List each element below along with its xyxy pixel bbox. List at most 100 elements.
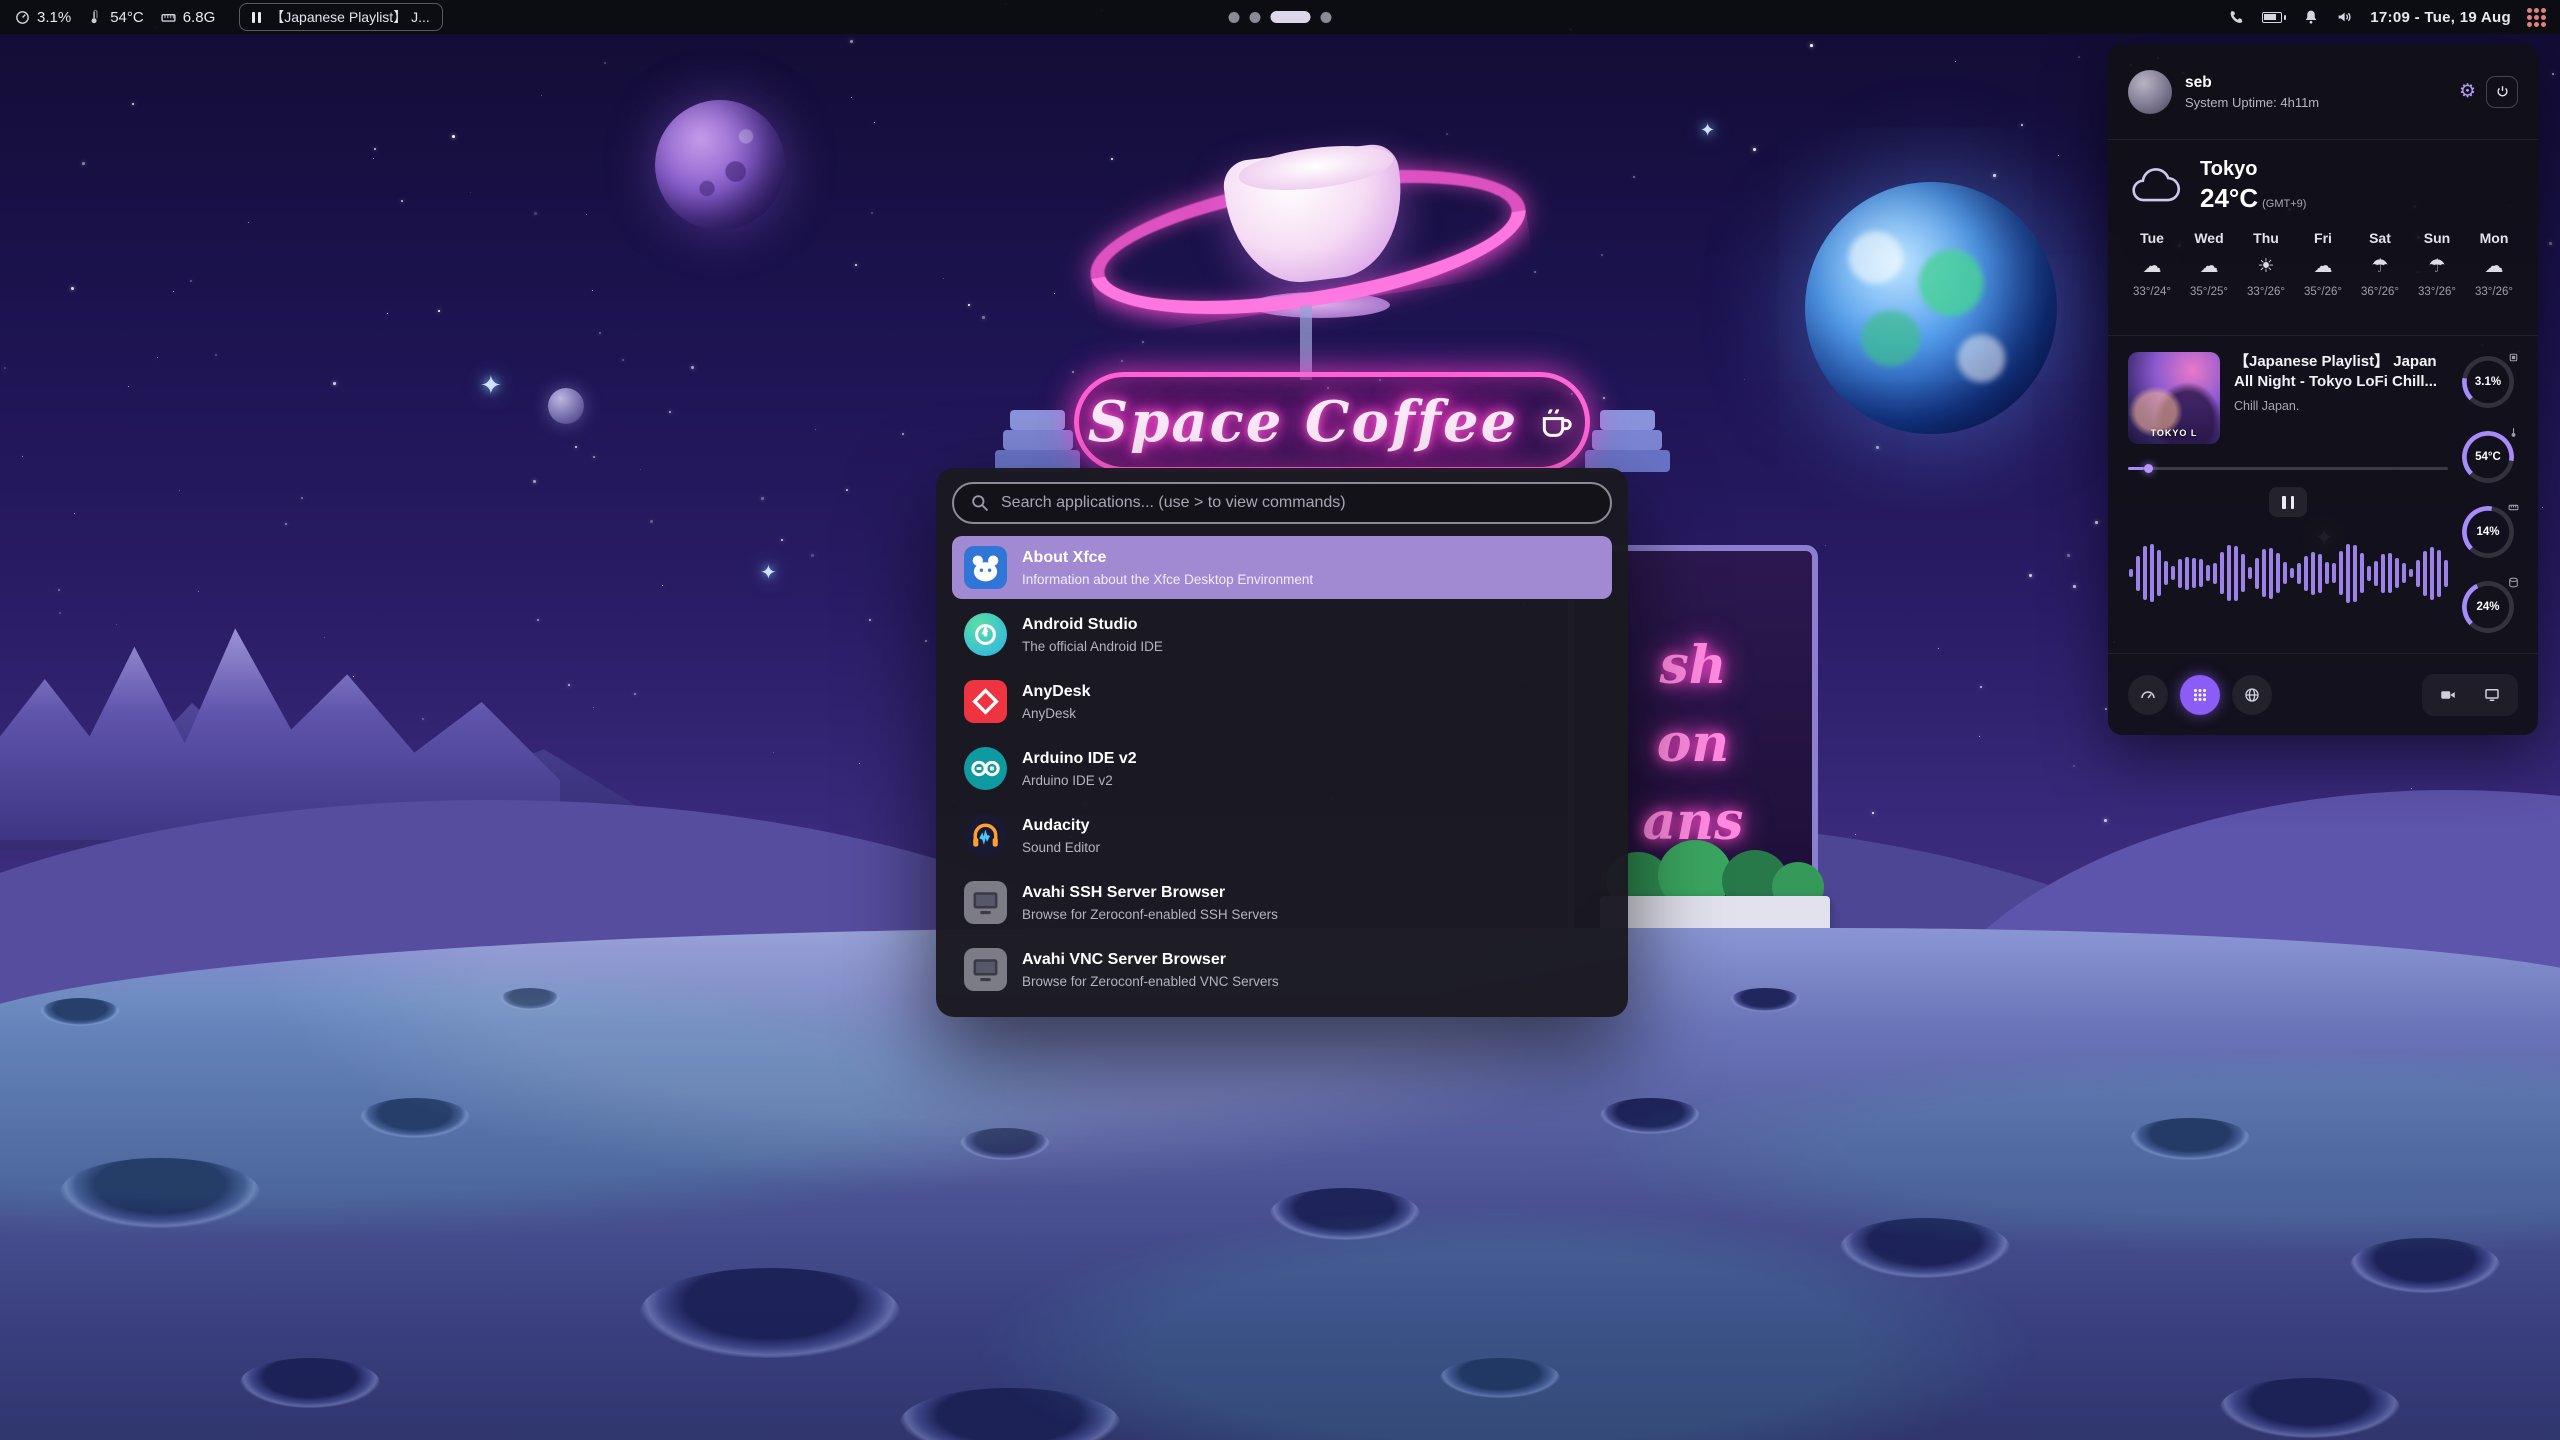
forecast-day-label: Fri	[2314, 230, 2332, 246]
forecast-day: Mon☁33°/26°	[2470, 230, 2518, 300]
temperature-value: 54°C	[110, 9, 144, 26]
memory-value: 6.8G	[183, 9, 216, 26]
app-title: About Xfce	[1022, 548, 1313, 568]
forecast-row: Tue☁33°/24° Wed☁35°/25° Thu☀33°/26° Fri☁…	[2128, 230, 2518, 300]
app-desc: Arduino IDE v2	[1022, 772, 1137, 789]
saturn-ring	[1081, 144, 1536, 339]
volume-icon[interactable]	[2336, 8, 2354, 26]
workspace-dot[interactable]	[1321, 12, 1332, 23]
user-actions: ⚙	[2459, 76, 2518, 108]
umbrella-icon: ☂	[2413, 255, 2461, 277]
sun-icon: ☀	[2242, 255, 2290, 277]
cloud-icon: ☁	[2470, 255, 2518, 277]
media-progress-bar[interactable]	[2128, 464, 2448, 473]
media-subtitle: Chill Japan.	[2234, 399, 2448, 413]
panel-right-group: 17:09 - Tue, 19 Aug	[2228, 8, 2546, 27]
forecast-day: Thu☀33°/26°	[2242, 230, 2290, 300]
purple-planet	[655, 100, 785, 230]
gauge-value: 54°C	[2460, 429, 2516, 485]
small-moon	[548, 388, 584, 424]
clock[interactable]: 17:09 - Tue, 19 Aug	[2370, 9, 2511, 26]
apps-grid-icon[interactable]	[2527, 8, 2546, 27]
dashboard-button[interactable]	[2128, 675, 2168, 715]
app-desc: The official Android IDE	[1022, 638, 1163, 655]
roof-step	[1600, 410, 1655, 430]
temperature-indicator[interactable]: 54°C	[87, 9, 144, 26]
gauge-value: 3.1%	[2460, 354, 2516, 410]
bell-icon[interactable]	[2302, 8, 2320, 26]
media-main: TOKYO L 【Japanese Playlist】 Japan All Ni…	[2128, 352, 2448, 637]
capture-group	[2422, 674, 2518, 716]
avatar	[2128, 70, 2172, 114]
app-row-anydesk[interactable]: AnyDesk AnyDesk	[952, 670, 1612, 733]
stat-memory: 14%	[2460, 504, 2516, 560]
app-row-avahi-vnc[interactable]: Avahi VNC Server Browser Browse for Zero…	[952, 938, 1612, 1001]
forecast-temps: 33°/24°	[2133, 286, 2171, 298]
phone-icon[interactable]	[2228, 8, 2246, 26]
pause-button[interactable]	[2269, 487, 2307, 517]
thermometer-icon	[87, 9, 104, 26]
globe-button[interactable]	[2232, 675, 2272, 715]
media-title: 【Japanese Playlist】 Japan All Night - To…	[2234, 352, 2448, 392]
forecast-day-label: Sat	[2369, 230, 2391, 246]
app-text: Avahi VNC Server Browser Browse for Zero…	[1022, 950, 1279, 990]
album-art[interactable]: TOKYO L	[2128, 352, 2220, 444]
weather-temp-value: 24°C	[2200, 183, 2258, 213]
gauge-value: 14%	[2460, 504, 2516, 560]
sign-pole	[1300, 306, 1312, 380]
app-row-arduino[interactable]: Arduino IDE v2 Arduino IDE v2	[952, 737, 1612, 800]
monitor-icon	[2483, 686, 2501, 704]
power-button[interactable]	[2486, 76, 2518, 108]
progress-track	[2128, 467, 2448, 470]
desktop: ✦ ✦ ✦ ✦ Space Coffee sh on	[0, 0, 2560, 1440]
screen-record-button[interactable]	[2430, 679, 2466, 711]
battery-icon[interactable]	[2262, 12, 2287, 23]
forecast-temps: 33°/26°	[2475, 286, 2513, 298]
app-text: Android Studio The official Android IDE	[1022, 615, 1163, 655]
audacity-icon	[964, 814, 1007, 857]
forecast-day-label: Sun	[2424, 230, 2450, 246]
media-top: TOKYO L 【Japanese Playlist】 Japan All Ni…	[2128, 352, 2448, 444]
app-row-avahi-ssh[interactable]: Avahi SSH Server Browser Browse for Zero…	[952, 871, 1612, 934]
cpu-indicator[interactable]: 3.1%	[14, 9, 71, 26]
workspace-dot[interactable]	[1250, 12, 1261, 23]
earth-planet	[1805, 182, 2057, 434]
app-row-about-xfce[interactable]: About Xfce Information about the Xfce De…	[952, 536, 1612, 599]
workspace-dot-active[interactable]	[1271, 11, 1311, 23]
app-row-audacity[interactable]: Audacity Sound Editor	[952, 804, 1612, 867]
weather-city: Tokyo	[2200, 158, 2306, 181]
app-row-android-studio[interactable]: Android Studio The official Android IDE	[952, 603, 1612, 666]
weather-header: Tokyo 24°C(GMT+9)	[2128, 158, 2518, 214]
sparkle-icon: ✦	[480, 370, 502, 401]
settings-button[interactable]: ⚙	[2459, 82, 2476, 101]
apps-grid-icon	[2191, 686, 2209, 704]
cup-opening	[1236, 139, 1396, 198]
roof-step	[1592, 430, 1662, 450]
sign-text: Space Coffee	[1088, 389, 1518, 455]
now-playing-chip[interactable]: 【Japanese Playlist】 J...	[239, 3, 443, 31]
progress-knob[interactable]	[2144, 464, 2153, 473]
app-title: Android Studio	[1022, 615, 1163, 635]
avahi-vnc-icon	[964, 948, 1007, 991]
gauge-icon	[2139, 686, 2157, 704]
media-info: 【Japanese Playlist】 Japan All Night - To…	[2234, 352, 2448, 444]
workspace-switcher	[1229, 0, 1332, 34]
forecast-temps: 35°/26°	[2304, 286, 2342, 298]
forecast-day-label: Tue	[2140, 230, 2164, 246]
user-card: seb System Uptime: 4h11m ⚙	[2108, 44, 2538, 140]
search-input[interactable]	[1001, 494, 1594, 512]
search-bar[interactable]	[952, 482, 1612, 524]
album-art-label: TOKYO L	[2128, 428, 2220, 438]
xfce-icon	[964, 546, 1007, 589]
app-drawer-button[interactable]	[2180, 675, 2220, 715]
android-studio-icon	[964, 613, 1007, 656]
workspace-dot[interactable]	[1229, 12, 1240, 23]
system-gauges: 3.1% 54°C 14% 24%	[2460, 352, 2522, 637]
memory-indicator[interactable]: 6.8G	[160, 9, 216, 26]
saturn-ring-front	[1081, 144, 1536, 339]
audio-waveform	[2128, 531, 2448, 615]
display-button[interactable]	[2474, 679, 2510, 711]
ram-icon	[160, 9, 177, 26]
forecast-temps: 36°/26°	[2361, 286, 2399, 298]
globe-icon	[2243, 686, 2261, 704]
